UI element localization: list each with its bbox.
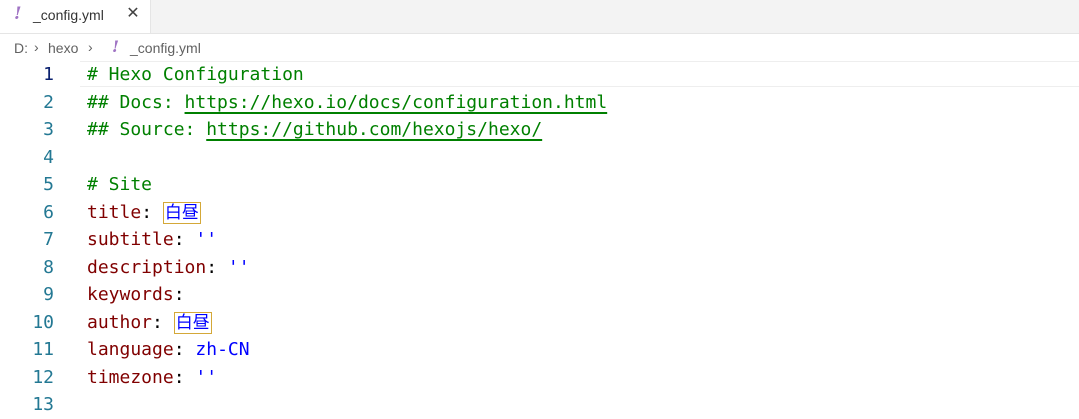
line-number: 12	[32, 366, 54, 388]
token-str: ''	[195, 366, 218, 388]
code-line[interactable]: 10 author: 白昼	[0, 309, 1079, 337]
token-comment: ## Source:	[87, 119, 207, 140]
line-number: 9	[43, 284, 54, 305]
line-content: title: 白昼	[87, 199, 201, 228]
token-comment: # Site	[87, 174, 153, 195]
code-line[interactable]: 4	[0, 144, 1079, 172]
token-punc: :	[141, 201, 163, 223]
line-content: language: zh-CN	[87, 336, 250, 364]
code-line[interactable]: 9 keywords:	[0, 281, 1079, 309]
token-cjk: 白昼	[173, 311, 212, 334]
tab-bar: ! _config.yml ✕	[0, 0, 1079, 34]
line-number: 10	[32, 311, 54, 333]
token-punc: :	[173, 366, 196, 388]
code-line[interactable]: 6 title: 白昼	[0, 199, 1079, 227]
token-punc: :	[173, 284, 185, 305]
token-str: ''	[227, 256, 250, 278]
close-icon[interactable]: ✕	[124, 4, 142, 24]
breadcrumb-file[interactable]: _config.yml	[130, 40, 201, 56]
token-cjk: 白昼	[162, 201, 201, 224]
token-key: description	[87, 256, 207, 278]
token-key: author	[87, 311, 153, 333]
breadcrumb-drive[interactable]: D:	[14, 40, 28, 56]
code-line[interactable]: 1 # Hexo Configuration	[0, 61, 1079, 89]
line-number: 3	[43, 119, 54, 140]
token-comment: ## Docs:	[87, 91, 185, 113]
line-number: 11	[32, 339, 54, 360]
line-number: 2	[43, 91, 54, 113]
code-line[interactable]: 5 # Site	[0, 171, 1079, 199]
line-content: subtitle: ''	[87, 226, 217, 254]
code-line[interactable]: 13	[0, 391, 1079, 419]
token-str: zh-CN	[195, 339, 250, 360]
line-content: description: ''	[87, 254, 250, 282]
line-number: 5	[43, 174, 54, 195]
token-link[interactable]: https://hexo.io/docs/configuration.html	[185, 92, 608, 113]
tab-config-yml[interactable]: ! _config.yml ✕	[0, 0, 151, 33]
code-line[interactable]: 8 description: ''	[0, 254, 1079, 282]
code-line[interactable]: 7 subtitle: ''	[0, 226, 1079, 254]
line-content: ## Docs: https://hexo.io/docs/configurat…	[87, 89, 607, 117]
line-content: timezone: ''	[87, 364, 217, 392]
line-content: # Site	[87, 171, 152, 199]
tab-label: _config.yml	[33, 7, 104, 23]
chevron-right-icon: ›	[34, 39, 39, 55]
line-number: 8	[43, 256, 54, 278]
token-punc: :	[173, 229, 196, 250]
line-number: 4	[43, 146, 54, 168]
token-link[interactable]: https://github.com/hexojs/hexo/	[206, 119, 542, 140]
line-number: 6	[43, 201, 54, 223]
token-comment: # Hexo Configuration	[87, 64, 304, 85]
line-content: author: 白昼	[87, 309, 212, 338]
token-str: ''	[195, 229, 218, 250]
yaml-file-icon: !	[14, 4, 22, 24]
line-content: ## Source: https://github.com/hexojs/hex…	[87, 116, 542, 144]
breadcrumb: D: › hexo › ! _config.yml	[0, 34, 1079, 61]
code-editor[interactable]: 1 # Hexo Configuration 2 ## Docs: https://h…	[0, 61, 1079, 415]
token-key: keywords	[87, 284, 174, 305]
token-key: timezone	[87, 366, 174, 388]
token-key: subtitle	[87, 229, 174, 250]
code-line[interactable]: 12 timezone: ''	[0, 364, 1079, 392]
line-content: # Hexo Configuration	[87, 61, 304, 89]
token-punc: :	[206, 256, 228, 278]
code-line[interactable]: 2 ## Docs: https://hexo.io/docs/configura…	[0, 89, 1079, 117]
token-punc: :	[152, 311, 174, 333]
line-number: 13	[32, 394, 54, 415]
token-key: language	[87, 339, 174, 360]
token-punc: :	[173, 339, 196, 360]
token-key: title	[87, 201, 142, 223]
yaml-file-icon: !	[112, 37, 120, 56]
chevron-right-icon: ›	[88, 39, 93, 55]
code-line[interactable]: 3 ## Source: https://github.com/hexojs/he…	[0, 116, 1079, 144]
line-number: 1	[43, 64, 54, 85]
code-line[interactable]: 11 language: zh-CN	[0, 336, 1079, 364]
line-content: keywords:	[87, 281, 185, 309]
breadcrumb-folder[interactable]: hexo	[48, 40, 78, 56]
line-number: 7	[43, 229, 54, 250]
